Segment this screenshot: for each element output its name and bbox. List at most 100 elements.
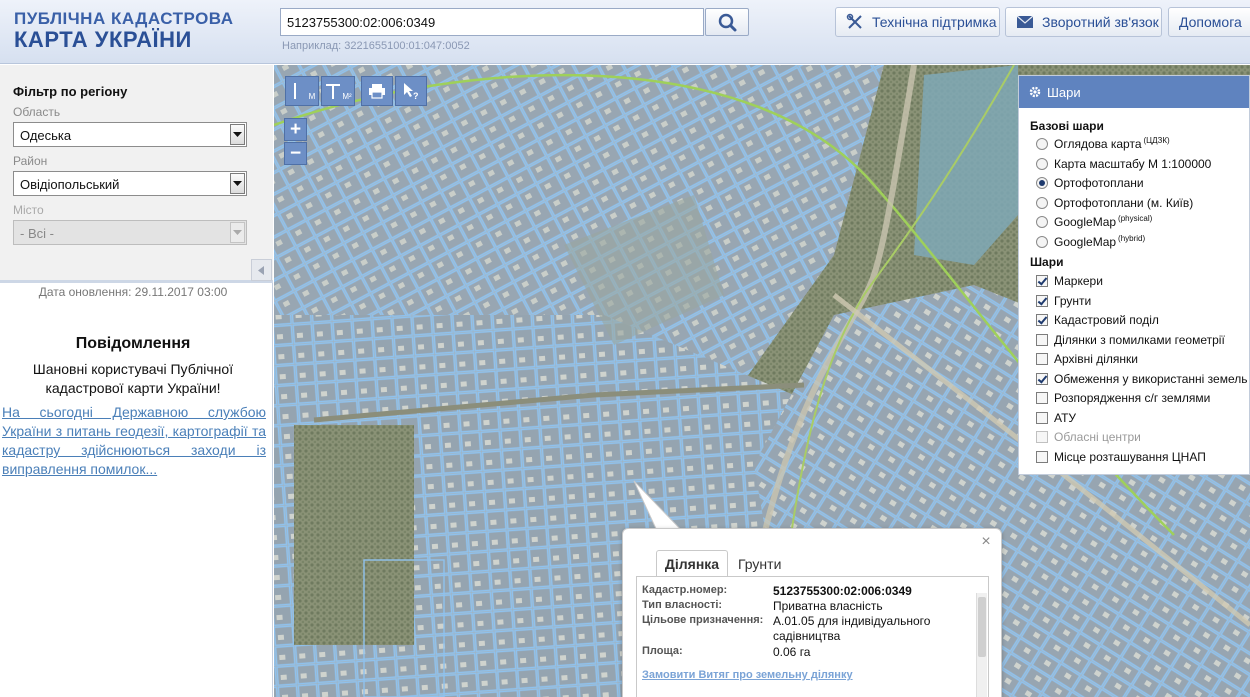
layers-header[interactable]: Шари	[1019, 76, 1249, 108]
cadastral-search-input[interactable]	[280, 8, 704, 36]
overlay-markers[interactable]: Маркери	[1036, 272, 1103, 290]
base-layer-label: GoogleMap	[1054, 235, 1117, 249]
checkbox[interactable]	[1036, 295, 1048, 307]
scrollbar-thumb[interactable]	[978, 597, 986, 657]
left-panel: Фільтр по регіону Область Одеська Район …	[0, 65, 273, 697]
news-title: Повідомлення	[75, 335, 191, 352]
radio-button[interactable]	[1036, 158, 1048, 170]
overlay-layers-title: Шари	[1030, 255, 1064, 269]
chevron-down-icon	[230, 222, 245, 243]
news-link[interactable]: На сьогодні Державною службою України з …	[2, 403, 266, 479]
radio-button[interactable]	[1036, 216, 1048, 228]
radio-button[interactable]	[1036, 177, 1048, 189]
region-label: Область	[13, 105, 61, 119]
overlay-cnap[interactable]: Місце розташування ЦНАП	[1036, 448, 1206, 466]
search-example: Наприклад: 3221655100:01:047:0052	[282, 40, 470, 52]
overlay-geometry-errors[interactable]: Ділянки з помилками геометрії	[1036, 331, 1225, 349]
update-date: Дата оновлення: 29.11.2017 03:00	[38, 285, 228, 299]
help-button[interactable]: Допомога	[1168, 7, 1250, 37]
support-button[interactable]: Технічна підтримка	[835, 7, 1000, 37]
checkbox[interactable]	[1036, 353, 1048, 365]
overlay-label: Ділянки з помилками геометрії	[1054, 333, 1225, 347]
base-layer-sup: (hybrid)	[1118, 233, 1146, 243]
order-extract-link[interactable]: Замовити Витяг про земельну ділянку	[642, 669, 853, 681]
measure-length-tool[interactable]: М	[285, 76, 319, 106]
tab-soils[interactable]: Грунти	[738, 550, 781, 577]
checkbox[interactable]	[1036, 334, 1048, 346]
identify-tool[interactable]: ?	[395, 76, 427, 106]
parcel-key: Кадастр.номер:	[642, 584, 728, 596]
base-layer-sup: (ЦДЗК)	[1143, 135, 1170, 145]
zoom-in-button[interactable]: +	[284, 118, 307, 141]
tools-icon	[846, 13, 864, 31]
parcel-key: Цільове призначення:	[642, 614, 764, 626]
overlay-restrictions[interactable]: Обмеження у використанні земель	[1036, 370, 1247, 388]
checkbox[interactable]	[1036, 412, 1048, 424]
tab-parcel[interactable]: Ділянка	[656, 550, 728, 577]
base-layer-label: Оглядова карта	[1054, 137, 1142, 151]
overlay-label: Розпорядження с/г землями	[1054, 391, 1211, 405]
chevron-left-icon	[258, 265, 264, 275]
search-button[interactable]	[705, 8, 749, 36]
radio-button[interactable]	[1036, 138, 1048, 150]
close-icon[interactable]: ×	[979, 534, 993, 550]
base-layer-label: GoogleMap	[1054, 215, 1117, 229]
chevron-down-icon[interactable]	[230, 173, 245, 194]
collapse-panel-button[interactable]	[251, 259, 272, 281]
print-button[interactable]	[361, 76, 393, 106]
parcel-value: Приватна власність	[773, 599, 883, 613]
region-select[interactable]: Одеська	[13, 122, 247, 147]
site-logo[interactable]: ПУБЛІЧНА КАДАСТРОВА КАРТА УКРАЇНИ	[14, 10, 234, 51]
overlay-archive[interactable]: Архівні ділянки	[1036, 350, 1138, 368]
checkbox[interactable]	[1036, 314, 1048, 326]
envelope-icon	[1016, 15, 1034, 29]
radio-button[interactable]	[1036, 197, 1048, 209]
base-layer-4[interactable]: GoogleMap (physical)	[1036, 213, 1152, 231]
base-layers-title: Базові шари	[1030, 119, 1104, 133]
overlay-agri-disposal[interactable]: Розпорядження с/г землями	[1036, 389, 1210, 407]
zoom-out-button[interactable]: −	[284, 142, 307, 165]
overlay-atu[interactable]: АТУ	[1036, 409, 1076, 427]
checkbox[interactable]	[1036, 392, 1048, 404]
chevron-down-icon[interactable]	[230, 124, 245, 145]
checkbox[interactable]	[1036, 373, 1048, 385]
overlay-label: Обласні центри	[1054, 430, 1141, 444]
news-greeting: Шановні користувачі Публічної кадастрово…	[32, 361, 234, 396]
printer-icon	[369, 84, 385, 99]
base-layer-5[interactable]: GoogleMap (hybrid)	[1036, 233, 1145, 251]
base-layer-0[interactable]: Оглядова карта (ЦДЗК)	[1036, 135, 1170, 153]
feedback-button[interactable]: Зворотний зв'язок	[1005, 7, 1162, 37]
base-layer-3[interactable]: Ортофотоплани (м. Київ)	[1036, 194, 1193, 212]
logo-line-1: ПУБЛІЧНА КАДАСТРОВА	[14, 9, 234, 28]
support-label: Технічна підтримка	[872, 14, 997, 30]
overlay-cadastral[interactable]: Кадастровий поділ	[1036, 311, 1159, 329]
checkbox[interactable]	[1036, 451, 1048, 463]
city-select[interactable]: - Всі -	[13, 220, 247, 245]
checkbox[interactable]	[1036, 275, 1048, 287]
feedback-label: Зворотний зв'язок	[1042, 14, 1159, 30]
svg-text:?: ?	[413, 91, 419, 101]
base-layer-1[interactable]: Карта масштабу М 1:100000	[1036, 155, 1211, 173]
base-layer-label: Ортофотоплани	[1054, 176, 1144, 190]
help-label: Допомога	[1179, 14, 1242, 30]
parcel-key: Площа:	[642, 645, 683, 657]
base-layer-2[interactable]: Ортофотоплани	[1036, 174, 1144, 192]
map-view[interactable]: М М² ? + − Шари Базові шари Оглядова кар…	[274, 65, 1250, 697]
region-value: Одеська	[20, 128, 72, 143]
area-measure-icon	[326, 84, 341, 99]
parcel-value: А.01.05 для індивідуального садівництва	[773, 614, 931, 643]
parcel-details: Кадастр.номер: 5123755300:02:006:0349 Ти…	[636, 576, 989, 697]
parcel-value: 0.06 га	[773, 645, 811, 659]
popup-pointer	[633, 480, 686, 534]
city-label: Місто	[13, 203, 44, 217]
overlay-label: АТУ	[1054, 411, 1077, 425]
parcel-value: 5123755300:02:006:0349	[773, 584, 912, 598]
base-layer-label: Ортофотоплани (м. Київ)	[1054, 196, 1194, 210]
overlay-soils[interactable]: Грунти	[1036, 292, 1091, 310]
popup-scrollbar[interactable]	[976, 593, 987, 697]
district-select[interactable]: Овідіопольський	[13, 171, 247, 196]
measure-length-unit: М	[308, 91, 316, 101]
radio-button[interactable]	[1036, 236, 1048, 248]
base-layer-label: Карта масштабу М 1:100000	[1054, 157, 1212, 171]
measure-area-tool[interactable]: М²	[321, 76, 355, 106]
